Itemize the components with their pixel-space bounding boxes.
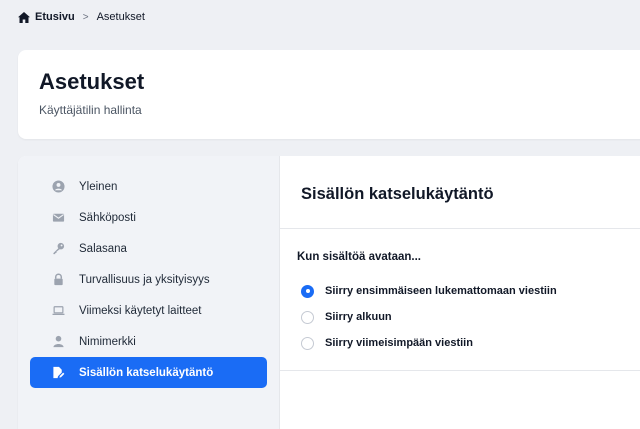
settings-sidebar: Yleinen Sähköposti Salasana Turvallisuus… bbox=[18, 156, 280, 429]
option-label: Siirry ensimmäiseen lukemattomaan viesti… bbox=[325, 285, 557, 297]
divider bbox=[280, 228, 640, 229]
sidebar-item-email[interactable]: Sähköposti bbox=[30, 202, 267, 233]
viewing-option-group: Siirry ensimmäiseen lukemattomaan viesti… bbox=[301, 278, 557, 356]
radio-button[interactable] bbox=[301, 310, 314, 324]
sidebar-item-label: Salasana bbox=[79, 242, 127, 255]
sidebar-item-password[interactable]: Salasana bbox=[30, 233, 267, 264]
option-label: Siirry alkuun bbox=[325, 311, 392, 323]
sidebar-item-label: Turvallisuus ja yksityisyys bbox=[79, 273, 210, 286]
sidebar-item-recent-devices[interactable]: Viimeksi käytetyt laitteet bbox=[30, 295, 267, 326]
sidebar-item-content-viewing-policy[interactable]: Sisällön katselukäytäntö bbox=[30, 357, 267, 388]
section-title: Sisällön katselukäytäntö bbox=[301, 185, 494, 203]
option-label: Siirry viimeisimpään viestiin bbox=[325, 337, 473, 349]
settings-panel: Yleinen Sähköposti Salasana Turvallisuus… bbox=[18, 156, 640, 429]
envelope-icon bbox=[51, 211, 65, 225]
laptop-icon bbox=[51, 304, 65, 318]
page-subtitle: Käyttäjätilin hallinta bbox=[39, 103, 142, 117]
sidebar-item-nickname[interactable]: Nimimerkki bbox=[30, 326, 267, 357]
lock-icon bbox=[51, 273, 65, 287]
page-title: Asetukset bbox=[39, 69, 145, 94]
page-header: Asetukset Käyttäjätilin hallinta bbox=[18, 50, 640, 139]
sidebar-item-general[interactable]: Yleinen bbox=[30, 171, 267, 202]
breadcrumb: Etusivu > Asetukset bbox=[18, 11, 145, 23]
divider bbox=[280, 370, 640, 371]
option-latest-message[interactable]: Siirry viimeisimpään viestiin bbox=[301, 330, 557, 356]
sidebar-item-security-privacy[interactable]: Turvallisuus ja yksityisyys bbox=[30, 264, 267, 295]
sidebar-item-label: Nimimerkki bbox=[79, 335, 136, 348]
breadcrumb-current: Asetukset bbox=[96, 11, 145, 23]
file-edit-icon bbox=[51, 366, 65, 380]
content-viewing-policy-section: Sisällön katselukäytäntö Kun sisältöä av… bbox=[280, 156, 640, 429]
radio-button-checked[interactable] bbox=[301, 284, 314, 298]
sidebar-item-label: Sisällön katselukäytäntö bbox=[79, 366, 214, 379]
sidebar-item-label: Sähköposti bbox=[79, 211, 136, 224]
home-icon[interactable] bbox=[18, 11, 30, 23]
option-go-to-start[interactable]: Siirry alkuun bbox=[301, 304, 557, 330]
breadcrumb-separator: > bbox=[82, 11, 89, 23]
user-circle-icon bbox=[51, 180, 65, 194]
option-first-unread[interactable]: Siirry ensimmäiseen lukemattomaan viesti… bbox=[301, 278, 557, 304]
sidebar-item-label: Yleinen bbox=[79, 180, 118, 193]
question-label: Kun sisältöä avataan... bbox=[297, 251, 421, 263]
key-icon bbox=[51, 242, 65, 256]
breadcrumb-home-link[interactable]: Etusivu bbox=[35, 11, 75, 23]
sidebar-item-label: Viimeksi käytetyt laitteet bbox=[79, 304, 202, 317]
user-icon bbox=[51, 335, 65, 349]
radio-button[interactable] bbox=[301, 336, 314, 350]
